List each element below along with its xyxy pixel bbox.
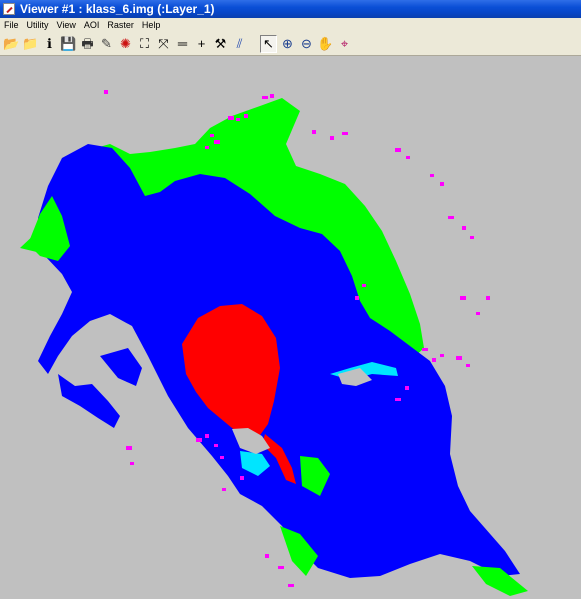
menu-utility[interactable]: Utility	[23, 20, 53, 30]
magenta-speckle	[104, 90, 108, 94]
magenta-speckle	[330, 136, 334, 140]
open-layer-icon[interactable]: 📁	[22, 35, 39, 53]
magenta-speckle	[196, 438, 202, 442]
open-folder-icon[interactable]: 📂	[3, 35, 20, 53]
magenta-speckle	[244, 114, 248, 118]
magenta-speckle	[456, 356, 462, 360]
classified-raster-image[interactable]	[0, 56, 581, 599]
image-viewer-canvas[interactable]	[0, 56, 581, 599]
magenta-speckle	[476, 312, 480, 315]
magenta-speckle	[214, 140, 220, 144]
magenta-speckle	[126, 446, 132, 450]
magenta-speckle	[432, 358, 436, 362]
scale-icon[interactable]: ⤧	[155, 35, 172, 53]
magenta-speckle	[342, 132, 348, 135]
zoom-in-icon[interactable]: ⊕	[279, 35, 296, 53]
magenta-speckle	[265, 554, 269, 558]
magenta-speckle	[460, 296, 466, 300]
magenta-speckle	[205, 146, 209, 149]
roam-icon[interactable]: ✺	[117, 35, 134, 53]
magenta-speckle	[422, 348, 428, 351]
magenta-speckle	[205, 434, 209, 438]
magenta-speckle	[210, 134, 214, 137]
magenta-speckle	[470, 236, 474, 239]
magenta-speckle	[288, 584, 294, 587]
magenta-speckle	[466, 364, 470, 367]
magenta-speckle	[362, 284, 366, 287]
fit-window-icon[interactable]: ⛶	[136, 35, 153, 53]
menu-file[interactable]: File	[0, 20, 23, 30]
magenta-speckle	[405, 386, 409, 390]
magenta-speckle	[440, 354, 444, 357]
pan-hand-icon[interactable]: ✋	[317, 35, 334, 53]
magenta-speckle	[355, 296, 359, 300]
magenta-speckle	[222, 488, 226, 491]
inquire-icon[interactable]: ⌖	[336, 35, 353, 53]
magenta-speckle	[278, 566, 284, 569]
toolbar: 📂 📁 ℹ 💾 🖶 ✎ ✺ ⛶ ⤧ ═ + ⚒ ⫽ ↖ ⊕ ⊖ ✋ ⌖	[0, 32, 581, 56]
menu-raster[interactable]: Raster	[103, 20, 138, 30]
menu-help[interactable]: Help	[138, 20, 165, 30]
menu-aoi[interactable]: AOI	[80, 20, 104, 30]
info-icon[interactable]: ℹ	[41, 35, 58, 53]
print-icon[interactable]: 🖶	[79, 35, 96, 53]
magenta-speckle	[395, 398, 401, 401]
window-title-bar[interactable]: Viewer #1 : klass_6.img (:Layer_1)	[0, 0, 581, 18]
magenta-speckle	[406, 156, 410, 159]
magenta-speckle	[214, 444, 218, 447]
magenta-speckle	[236, 118, 240, 121]
eraser-icon[interactable]: ✎	[98, 35, 115, 53]
magenta-speckle	[220, 456, 224, 459]
zoom-out-icon[interactable]: ⊖	[298, 35, 315, 53]
magenta-speckle	[270, 94, 274, 98]
profile-icon[interactable]: ⫽	[231, 35, 248, 53]
measure-icon[interactable]: ═	[174, 35, 191, 53]
magenta-speckle	[262, 96, 268, 99]
magenta-speckle	[448, 216, 454, 219]
hammer-icon[interactable]: ⚒	[212, 35, 229, 53]
select-arrow-icon[interactable]: ↖	[260, 34, 277, 53]
save-icon[interactable]: 💾	[60, 35, 77, 53]
magenta-speckle	[440, 182, 444, 186]
magenta-speckle	[395, 148, 401, 152]
magenta-speckle	[462, 226, 466, 230]
magenta-speckle	[430, 174, 434, 177]
magenta-speckle	[486, 296, 490, 300]
menu-bar: File Utility View AOI Raster Help	[0, 18, 581, 32]
magenta-speckle	[312, 130, 316, 134]
magenta-speckle	[240, 476, 244, 480]
window-title: Viewer #1 : klass_6.img (:Layer_1)	[20, 2, 215, 16]
crosshair-icon[interactable]: +	[193, 35, 210, 53]
magenta-speckle	[130, 462, 134, 465]
menu-view[interactable]: View	[53, 20, 80, 30]
magenta-speckle	[228, 116, 234, 120]
app-icon	[3, 3, 15, 15]
